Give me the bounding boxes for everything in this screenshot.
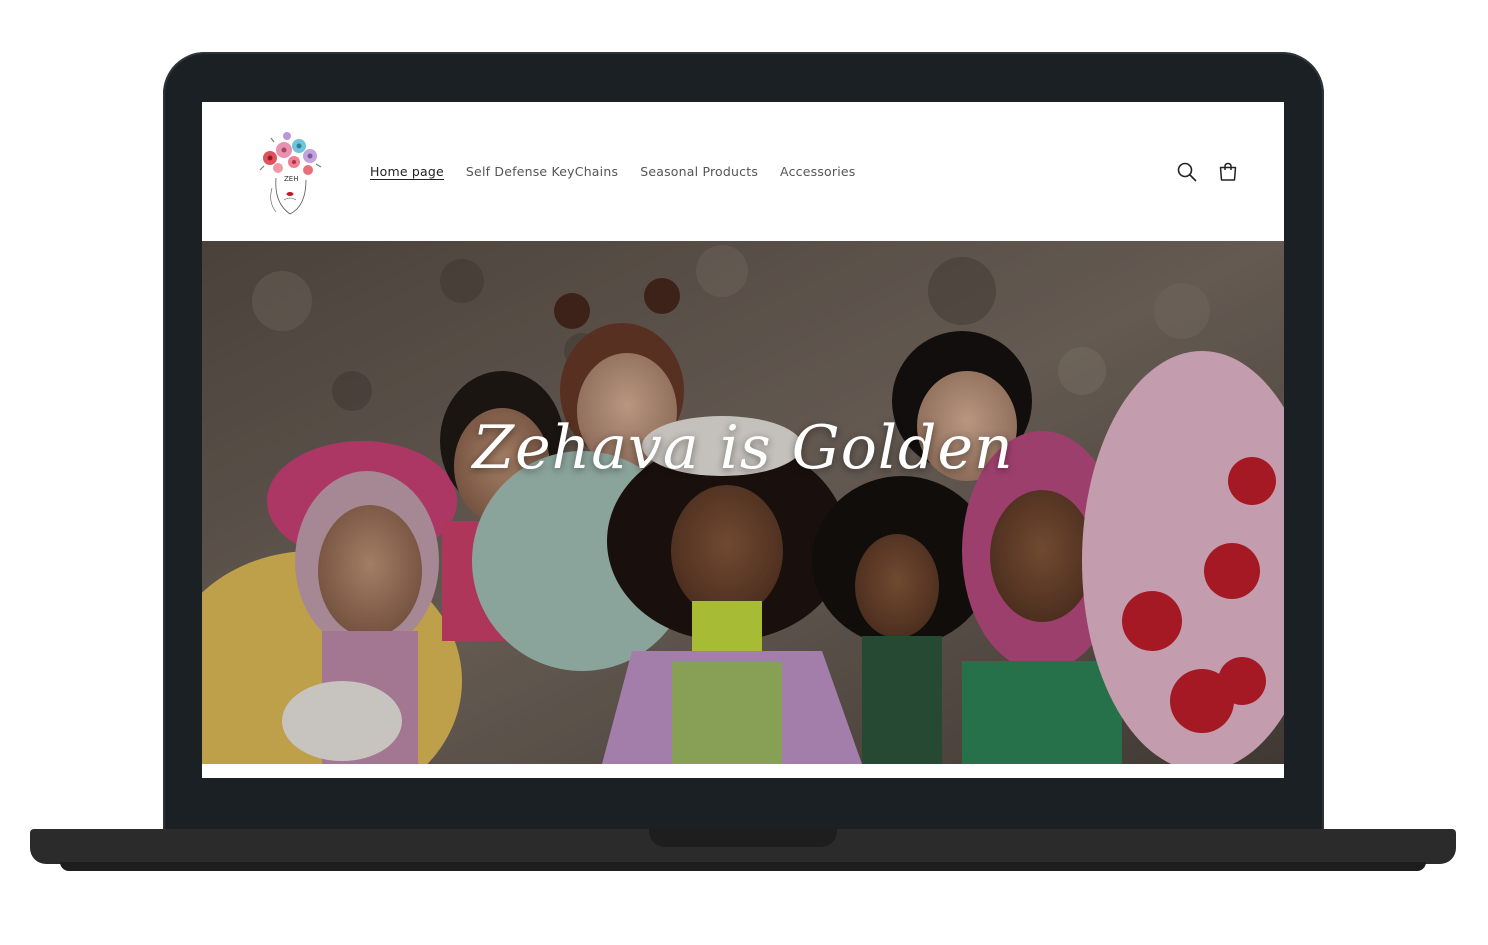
brand-logo[interactable]: ZEH [254, 128, 330, 218]
nav-item-accessories[interactable]: Accessories [780, 164, 855, 179]
laptop-base-edge [60, 862, 1426, 871]
nav-item-self-defense-keychains[interactable]: Self Defense KeyChains [466, 164, 618, 179]
laptop-mockup: ZEH Home page Self Defense KeyChains Sea… [0, 0, 1488, 945]
hero-banner: Zehava is Golden [202, 241, 1284, 764]
site-header: ZEH Home page Self Defense KeyChains Sea… [202, 102, 1284, 241]
cart-button[interactable] [1216, 160, 1240, 184]
main-nav: Home page Self Defense KeyChains Seasona… [370, 164, 878, 179]
svg-text:ZEH: ZEH [284, 175, 298, 183]
cart-icon [1219, 162, 1237, 181]
search-button[interactable] [1175, 160, 1199, 184]
nav-item-seasonal-products[interactable]: Seasonal Products [640, 164, 758, 179]
laptop-notch [649, 829, 837, 847]
flower-head-logo-icon: ZEH [259, 132, 322, 215]
hero-photo [202, 241, 1284, 764]
nav-item-home-page[interactable]: Home page [370, 164, 444, 179]
hero-title: Zehava is Golden [472, 413, 1014, 483]
website-screen: ZEH Home page Self Defense KeyChains Sea… [202, 102, 1284, 778]
search-icon [1177, 162, 1197, 182]
screen-bottom-strip [202, 764, 1284, 778]
